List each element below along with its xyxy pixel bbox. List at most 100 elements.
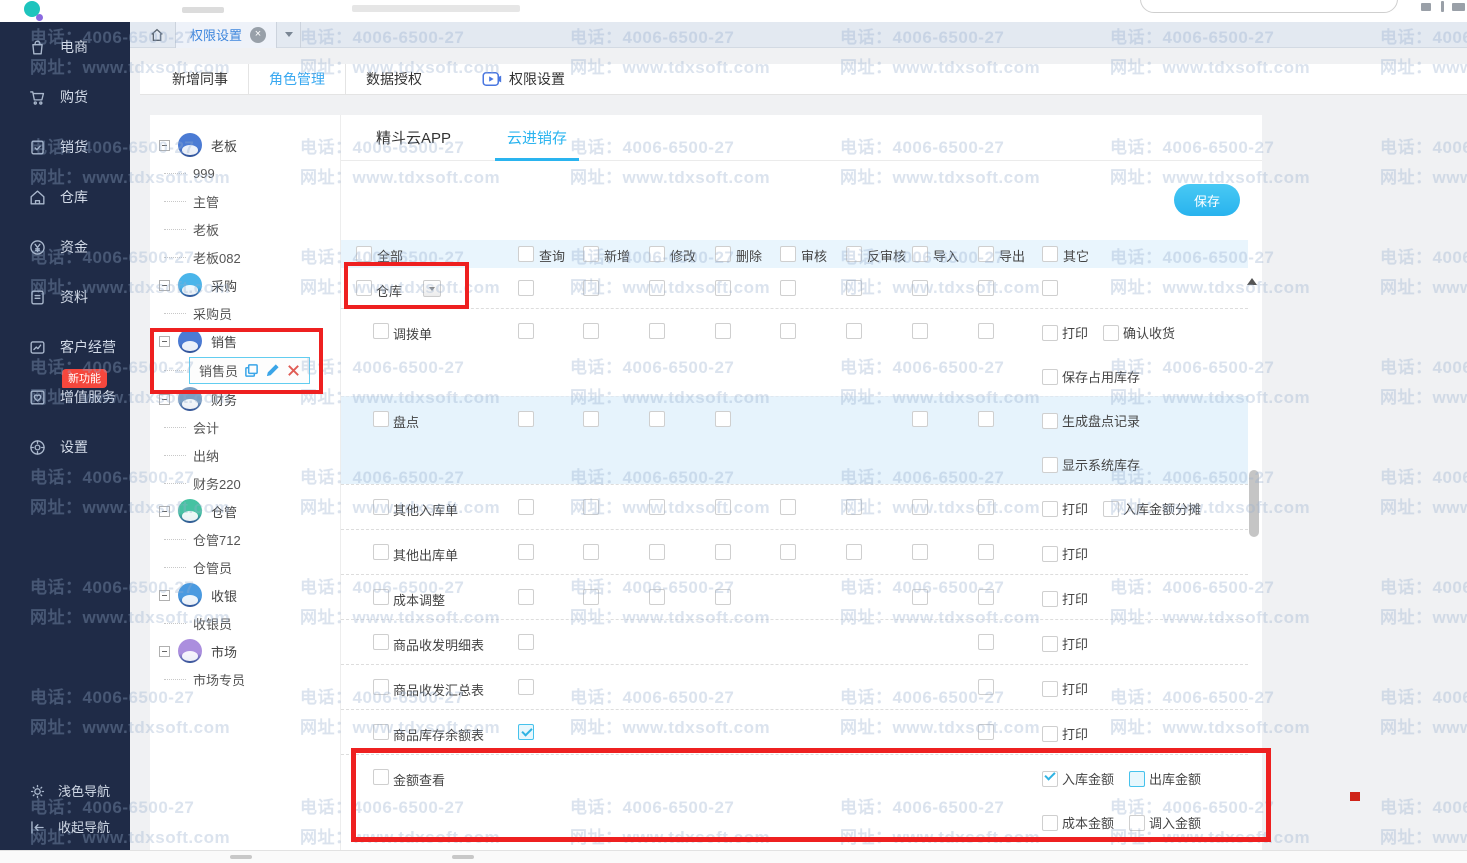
header-checkbox-查询[interactable] — [518, 246, 534, 262]
cell-checkbox[interactable] — [715, 323, 731, 339]
other-checkbox[interactable] — [1042, 815, 1058, 831]
header-checkbox-修改[interactable] — [649, 246, 665, 262]
cell-checkbox[interactable] — [780, 544, 796, 560]
warehouse-dropdown-toggle[interactable] — [423, 280, 441, 297]
other-checkbox[interactable] — [1042, 325, 1058, 341]
tree-group-sales[interactable]: 销售 — [150, 327, 340, 355]
cell-checkbox[interactable] — [583, 323, 599, 339]
tree-group-warehouse[interactable]: 仓管 — [150, 497, 340, 525]
other-permission-打印[interactable]: 打印 — [1042, 544, 1088, 563]
sidebar-item-data[interactable]: 资料 — [0, 272, 130, 322]
other-checkbox[interactable] — [1103, 325, 1119, 341]
collapse-minus-icon[interactable] — [159, 140, 170, 151]
cell-checkbox[interactable] — [978, 280, 994, 296]
cell-checkbox[interactable] — [518, 499, 534, 515]
row-checkbox-goods-inout-detail[interactable] — [373, 634, 389, 650]
sidebar-item-sales[interactable]: 销货 — [0, 122, 130, 172]
cell-checkbox[interactable] — [649, 544, 665, 560]
cell-checkbox[interactable] — [649, 499, 665, 515]
sidebar-item-ecommerce[interactable]: 电商 — [0, 22, 130, 72]
cell-checkbox[interactable] — [649, 589, 665, 605]
row-checkbox-warehouse[interactable] — [356, 280, 372, 296]
tree-group-market[interactable]: 市场 — [150, 637, 340, 665]
permission-video-link[interactable]: 权限设置 — [482, 64, 565, 94]
cell-checkbox[interactable] — [1042, 280, 1058, 296]
sidebar-item-purchase[interactable]: 购货 — [0, 72, 130, 122]
row-checkbox-goods-stock-balance[interactable] — [373, 724, 389, 740]
content-tab-2[interactable]: 云进销存 — [495, 115, 579, 160]
cropped-toolbar-icon[interactable] — [1441, 1, 1444, 12]
collapse-minus-icon[interactable] — [159, 646, 170, 657]
row-checkbox-amount-view[interactable] — [373, 769, 389, 785]
header-checkbox-其它[interactable] — [1042, 246, 1058, 262]
tree-item-boss-3[interactable]: 老板 — [150, 215, 340, 243]
other-checkbox[interactable] — [1129, 815, 1145, 831]
selected-role-box[interactable]: 销售员 — [189, 357, 310, 384]
row-checkbox-other-inbound[interactable] — [373, 499, 389, 515]
cell-checkbox[interactable] — [518, 280, 534, 296]
collapse-minus-icon[interactable] — [159, 336, 170, 347]
tree-item-finance-2[interactable]: 出纳 — [150, 441, 340, 469]
save-button[interactable]: 保存 — [1174, 184, 1240, 216]
cell-checkbox[interactable] — [912, 323, 928, 339]
collapse-minus-icon[interactable] — [159, 394, 170, 405]
cell-checkbox[interactable] — [912, 544, 928, 560]
cell-checkbox[interactable] — [846, 544, 862, 560]
header-checkbox-新增[interactable] — [583, 246, 599, 262]
cell-checkbox[interactable] — [518, 634, 534, 650]
tree-group-purchase[interactable]: 采购 — [150, 271, 340, 299]
cell-checkbox[interactable] — [846, 280, 862, 296]
tree-item-warehouse-1[interactable]: 仓管712 — [150, 525, 340, 553]
other-permission-成本金额[interactable]: 成本金额 — [1042, 813, 1114, 832]
row-checkbox-stocktake[interactable] — [373, 411, 389, 427]
sidebar-item-funds[interactable]: 资金 — [0, 222, 130, 272]
cell-checkbox[interactable] — [978, 634, 994, 650]
other-checkbox[interactable] — [1042, 369, 1058, 385]
cell-checkbox[interactable] — [715, 589, 731, 605]
header-checkbox-删除[interactable] — [715, 246, 731, 262]
cell-checkbox[interactable] — [649, 323, 665, 339]
hscroll-fragment[interactable] — [230, 855, 252, 859]
cell-checkbox[interactable] — [518, 724, 534, 740]
other-permission-打印[interactable]: 打印 — [1042, 323, 1088, 342]
header-checkbox-全部[interactable] — [356, 246, 372, 262]
tree-group-boss[interactable]: 老板 — [150, 131, 340, 159]
cropped-toolbar-icon[interactable] — [1452, 3, 1465, 11]
cell-checkbox[interactable] — [978, 679, 994, 695]
cell-checkbox[interactable] — [978, 323, 994, 339]
edit-pencil-icon[interactable] — [265, 363, 280, 378]
cell-checkbox[interactable] — [912, 589, 928, 605]
global-search-input[interactable] — [1140, 0, 1398, 13]
cell-checkbox[interactable] — [518, 544, 534, 560]
cell-checkbox[interactable] — [912, 499, 928, 515]
cell-checkbox[interactable] — [583, 589, 599, 605]
cell-checkbox[interactable] — [518, 679, 534, 695]
collapse-minus-icon[interactable] — [159, 590, 170, 601]
cell-checkbox[interactable] — [583, 280, 599, 296]
other-permission-入库金额分摊[interactable]: 入库金额分摊 — [1103, 499, 1201, 518]
cell-checkbox[interactable] — [583, 499, 599, 515]
other-checkbox[interactable] — [1042, 636, 1058, 652]
cell-checkbox[interactable] — [518, 589, 534, 605]
delete-x-icon[interactable] — [286, 363, 301, 378]
cell-checkbox[interactable] — [649, 411, 665, 427]
header-checkbox-导出[interactable] — [978, 246, 994, 262]
cell-checkbox[interactable] — [649, 280, 665, 296]
tree-item-warehouse-2[interactable]: 仓管员 — [150, 553, 340, 581]
other-permission-打印[interactable]: 打印 — [1042, 589, 1088, 608]
cell-checkbox[interactable] — [518, 323, 534, 339]
subtab-2[interactable]: 角色管理 — [248, 64, 346, 94]
tree-item-boss-2[interactable]: 主管 — [150, 187, 340, 215]
tree-group-cashier[interactable]: 收银 — [150, 581, 340, 609]
subtab-3[interactable]: 数据授权 — [346, 64, 442, 94]
subtab-1[interactable]: 新增同事 — [152, 64, 248, 94]
cell-checkbox[interactable] — [715, 544, 731, 560]
tree-item-sales-1[interactable]: 销售员 — [150, 355, 340, 385]
tree-item-market-1[interactable]: 市场专员 — [150, 665, 340, 693]
cell-checkbox[interactable] — [978, 499, 994, 515]
cell-checkbox[interactable] — [978, 589, 994, 605]
tree-group-finance[interactable]: 财务 — [150, 385, 340, 413]
other-checkbox[interactable] — [1042, 591, 1058, 607]
scrollbar-thumb[interactable] — [1249, 470, 1259, 537]
cell-checkbox[interactable] — [715, 499, 731, 515]
